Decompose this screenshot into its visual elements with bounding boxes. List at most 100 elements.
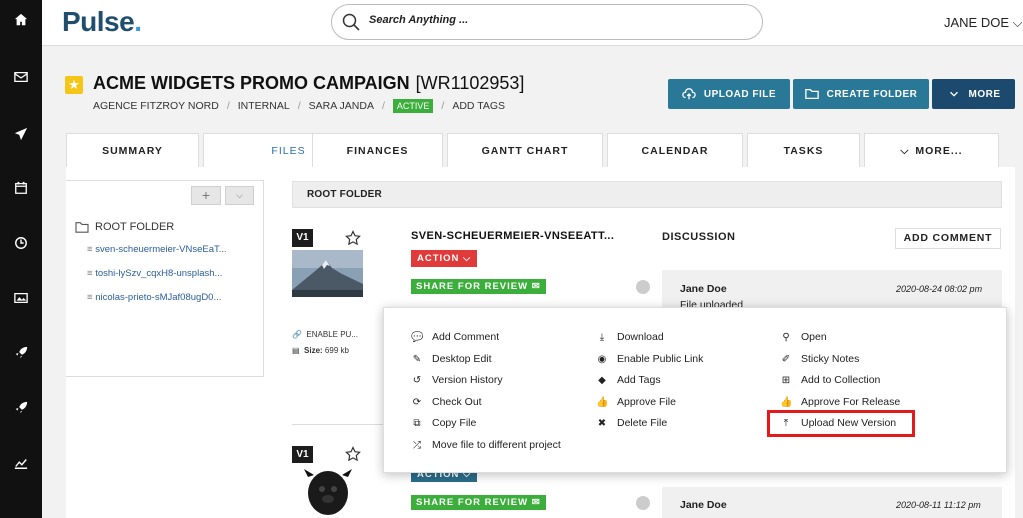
action-dropdown-button[interactable]: ACTION ⌵: [411, 250, 478, 267]
share-for-review-button[interactable]: SHARE FOR REVIEW ✉: [411, 495, 546, 510]
avatar: [636, 496, 650, 510]
menu-copy-file[interactable]: ⧉ Copy File: [411, 417, 476, 429]
menu-add-to-collection[interactable]: ⊞ Add to Collection: [780, 374, 881, 386]
sidebar: [0, 0, 42, 518]
mail-icon: ✉: [531, 497, 541, 508]
thumbs-up-icon: 👍: [596, 396, 609, 408]
menu-approve-file[interactable]: 👍 Approve File: [596, 396, 676, 408]
pencil-icon: ✎: [412, 353, 422, 365]
image-icon[interactable]: [0, 288, 42, 308]
send-icon[interactable]: [0, 124, 42, 144]
copy-icon: ⧉: [413, 417, 421, 429]
version-badge: V1: [292, 229, 313, 247]
comment-author: Jane Doe: [680, 499, 727, 511]
home-icon[interactable]: [0, 10, 42, 30]
file-thumbnail[interactable]: [292, 250, 363, 297]
create-folder-button[interactable]: CREATE FOLDER: [793, 79, 929, 109]
tree-file-item[interactable]: nicolas-prieto-sMJaf08ugD0...: [87, 292, 221, 303]
move-icon: ⤮: [413, 439, 421, 451]
comment-date: 2020-08-24 08:02 pm: [896, 284, 983, 294]
tags-icon: ◆: [598, 374, 606, 386]
calendar-icon[interactable]: [0, 178, 42, 198]
rocket-icon[interactable]: [0, 343, 42, 363]
eye-icon: ◉: [597, 353, 607, 365]
checkout-icon: ⟳: [412, 396, 422, 408]
tab-more[interactable]: ⌵ MORE...: [864, 133, 999, 168]
discussion-heading: DISCUSSION: [662, 231, 736, 243]
tree-file-item[interactable]: sven-scheuermeier-VNseEaT...: [87, 244, 226, 255]
thumbs-up-icon: 👍: [780, 396, 793, 408]
chevron-down-icon: [949, 91, 958, 97]
star-outline-icon[interactable]: [345, 230, 361, 246]
tab-finances[interactable]: FINANCES: [312, 133, 443, 168]
folder-icon: [804, 88, 819, 100]
share-for-review-button[interactable]: SHARE FOR REVIEW ✉: [411, 279, 546, 294]
search-icon: [342, 13, 360, 31]
menu-check-out[interactable]: ⟳ Check Out: [411, 396, 482, 408]
highlight-box: [767, 410, 915, 437]
menu-move-file[interactable]: ⤮ Move file to different project: [411, 439, 561, 451]
comment-author: Jane Doe: [680, 283, 727, 295]
more-button[interactable]: MORE: [932, 79, 1015, 109]
tree-root-folder[interactable]: ROOT FOLDER: [75, 221, 174, 233]
mail-icon[interactable]: [0, 67, 42, 87]
file-icon: ▤: [292, 346, 300, 355]
plus-square-icon: ⊞: [781, 374, 791, 386]
menu-sticky-notes[interactable]: ✐ Sticky Notes: [780, 353, 860, 365]
file-size-meta: ▤ Size: 699 kb: [292, 346, 349, 355]
tab-gantt-chart[interactable]: GANTT CHART: [447, 133, 603, 168]
comment-icon: 💬: [411, 331, 424, 343]
tree-file-item[interactable]: toshi-lySzv_cqxH8-unsplash...: [87, 268, 222, 279]
avatar: [636, 280, 650, 294]
breadcrumb-type[interactable]: INTERNAL: [238, 100, 290, 112]
clock-icon[interactable]: [0, 233, 42, 253]
comment-date: 2020-08-11 11:12 pm: [896, 500, 981, 510]
link-icon: 🔗: [292, 330, 302, 339]
menu-delete-file[interactable]: ✖ Delete File: [596, 417, 667, 429]
menu-add-comment[interactable]: 💬 Add Comment: [411, 331, 499, 343]
search-input[interactable]: [369, 14, 749, 26]
star-outline-icon[interactable]: [345, 446, 361, 462]
menu-enable-public-link[interactable]: ◉ Enable Public Link: [596, 353, 704, 365]
history-icon: ↺: [412, 374, 422, 386]
menu-approve-for-release[interactable]: 👍 Approve For Release: [780, 396, 900, 408]
add-tags-link[interactable]: ADD TAGS: [452, 100, 505, 112]
project-code: [WR1102953]: [415, 73, 525, 93]
chevron-down-icon: ⌵: [1012, 15, 1023, 30]
menu-add-tags[interactable]: ◆ Add Tags: [596, 374, 660, 386]
tree-options-button[interactable]: ⌵: [225, 186, 254, 205]
search-box[interactable]: [331, 4, 763, 40]
file-name[interactable]: SVEN-SCHEUERMEIER-VNSEEATT...: [411, 230, 614, 242]
app-logo[interactable]: Pulse.: [62, 6, 142, 38]
download-icon: ⤓: [599, 331, 605, 343]
menu-download[interactable]: ⤓ Download: [596, 331, 664, 343]
project-title: ACME WIDGETS PROMO CAMPAIGN [WR1102953]: [93, 73, 525, 93]
breadcrumb-client[interactable]: AGENCE FITZROY NORD: [93, 100, 219, 112]
breadcrumb-owner[interactable]: SARA JANDA: [309, 100, 374, 112]
mail-icon: ✉: [531, 281, 541, 292]
folder-icon: [75, 222, 89, 233]
favorite-star-icon[interactable]: ★: [65, 76, 83, 94]
file-thumbnail[interactable]: [292, 463, 363, 518]
version-badge: V1: [292, 446, 313, 464]
user-menu[interactable]: JANE DOE ⌵: [944, 15, 1023, 31]
current-folder-bar: ROOT FOLDER: [292, 181, 1002, 208]
action-menu: 💬 Add Comment ✎ Desktop Edit ↺ Version Hist…: [383, 307, 1007, 473]
close-icon: ✖: [597, 417, 607, 429]
menu-open[interactable]: ⚲ Open: [780, 331, 826, 343]
status-badge: ACTIVE: [392, 99, 434, 113]
rocket-icon[interactable]: [0, 398, 42, 418]
add-comment-button[interactable]: ADD COMMENT: [895, 228, 1001, 249]
chart-icon[interactable]: [0, 453, 42, 473]
menu-desktop-edit[interactable]: ✎ Desktop Edit: [411, 353, 492, 365]
chevron-down-icon: ⌵: [900, 144, 910, 157]
tab-summary[interactable]: SUMMARY: [66, 133, 199, 168]
menu-version-history[interactable]: ↺ Version History: [411, 374, 503, 386]
cloud-upload-icon: [682, 88, 696, 100]
enable-public-meta: 🔗 ENABLE PU...: [292, 330, 358, 339]
tab-tasks[interactable]: TASKS: [747, 133, 860, 168]
upload-file-button[interactable]: UPLOAD FILE: [668, 79, 790, 109]
tab-calendar[interactable]: CALENDAR: [607, 133, 743, 168]
search-icon: ⚲: [782, 331, 790, 343]
add-folder-button[interactable]: +: [191, 186, 221, 205]
